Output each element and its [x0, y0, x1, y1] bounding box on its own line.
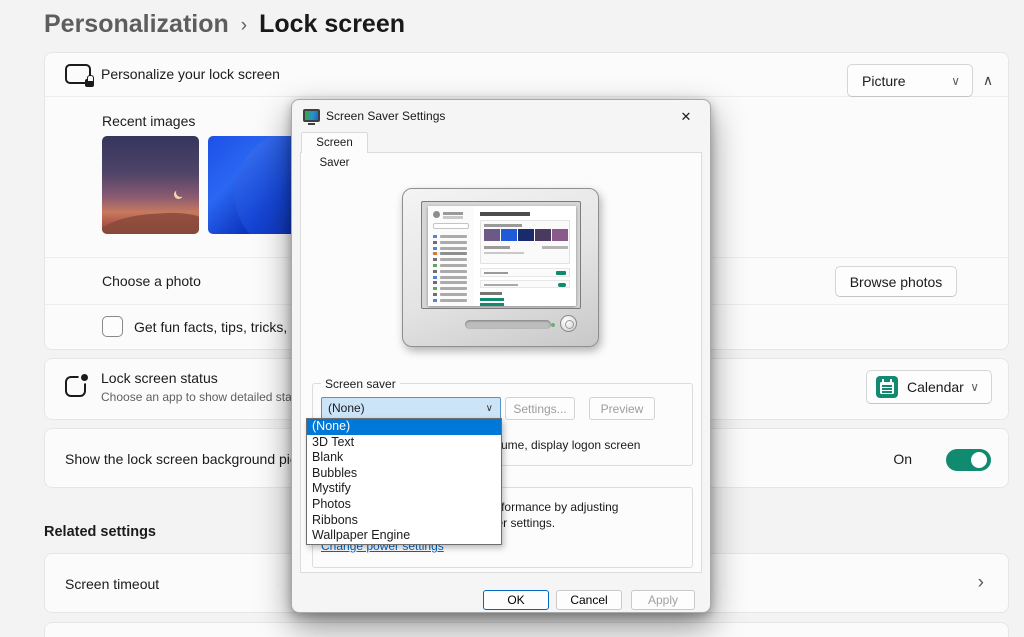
padlock-icon	[85, 79, 94, 87]
calendar-icon-body	[880, 382, 894, 394]
dropdown-item[interactable]: Bubbles	[307, 466, 501, 482]
screen-timeout-label: Screen timeout	[65, 576, 159, 592]
monitor-preview	[402, 188, 599, 347]
ok-button[interactable]: OK	[483, 590, 549, 610]
lock-screen-icon	[65, 64, 91, 84]
mini-sidebar	[428, 206, 474, 306]
lock-screen-type-value: Picture	[862, 73, 906, 89]
mini-nav-list	[433, 235, 471, 305]
screen-saver-combobox[interactable]: (None) ∨	[321, 397, 501, 420]
monitor-screen	[421, 201, 581, 309]
dropdown-item[interactable]: Wallpaper Engine	[307, 528, 501, 544]
partial-card	[44, 622, 1009, 637]
mini-breadcrumb	[480, 212, 530, 216]
mini-personalize-card	[480, 220, 570, 264]
display-settings-icon	[303, 109, 320, 122]
monitor-vent-slot	[465, 320, 551, 329]
dropdown-item[interactable]: Photos	[307, 497, 501, 513]
recent-images-label: Recent images	[102, 113, 195, 129]
mini-settings-window	[428, 206, 576, 306]
mini-avatar	[433, 211, 440, 218]
calendar-icon	[876, 376, 898, 398]
chevron-up-icon: ∧	[983, 72, 993, 88]
chevron-down-icon: ∨	[970, 380, 979, 394]
chevron-down-icon: ∨	[486, 398, 493, 419]
toggle-knob	[971, 452, 987, 468]
close-icon: ✕	[681, 109, 692, 124]
mini-thumbnails	[484, 229, 568, 241]
apply-button[interactable]: Apply	[631, 590, 695, 610]
page-title: Lock screen	[259, 10, 405, 39]
status-app-dropdown[interactable]: Calendar ∨	[866, 370, 992, 404]
breadcrumb: Personalization › Lock screen	[44, 10, 405, 39]
dialog-title: Screen Saver Settings	[326, 109, 445, 123]
lock-screen-type-dropdown[interactable]: Picture ∨	[847, 64, 973, 97]
show-background-toggle[interactable]	[946, 449, 991, 471]
lock-screen-status-icon	[65, 376, 86, 397]
toggle-state-label: On	[893, 451, 912, 467]
mini-search-box	[433, 223, 469, 229]
collapse-card-button[interactable]: ∧	[974, 66, 1002, 94]
dialog-titlebar[interactable]: Screen Saver Settings ✕	[292, 100, 710, 132]
dropdown-item[interactable]: (None)	[307, 419, 501, 435]
mini-row-line	[484, 246, 510, 249]
dialog-tab-page: Screen saver (None) ∨ Settings... Previe…	[300, 152, 702, 573]
mini-main-pane	[480, 206, 572, 306]
preview-button[interactable]: Preview	[589, 397, 655, 420]
lock-screen-status-title: Lock screen status	[101, 370, 218, 386]
personalize-header-row: Personalize your lock screen Picture ∨ ∧	[45, 53, 1008, 97]
breadcrumb-separator-icon: ›	[241, 15, 247, 37]
status-app-value: Calendar	[907, 379, 964, 395]
screen-saver-group-label: Screen saver	[321, 377, 400, 391]
monitor-power-button	[560, 315, 577, 332]
mini-toggle-row	[480, 280, 570, 288]
chevron-down-icon: ∨	[951, 74, 960, 88]
settings-button[interactable]: Settings...	[505, 397, 575, 420]
breadcrumb-personalization[interactable]: Personalization	[44, 10, 229, 39]
fun-facts-checkbox[interactable]	[102, 316, 123, 337]
related-settings-heading: Related settings	[44, 524, 156, 540]
mini-row-line	[484, 252, 524, 254]
dropdown-item[interactable]: Ribbons	[307, 513, 501, 529]
mini-user-name	[443, 212, 463, 215]
browse-photos-button[interactable]: Browse photos	[835, 266, 957, 297]
personalize-title: Personalize your lock screen	[101, 66, 280, 82]
dropdown-item[interactable]: 3D Text	[307, 435, 501, 451]
dropdown-item[interactable]: Blank	[307, 450, 501, 466]
tab-screen-saver[interactable]: Screen Saver	[301, 132, 368, 153]
screen-saver-dropdown-list: (None)3D TextBlankBubblesMystifyPhotosRi…	[306, 418, 502, 545]
crescent-moon-graphic	[176, 188, 185, 197]
cancel-button[interactable]: Cancel	[556, 590, 622, 610]
mini-status-row	[480, 268, 570, 277]
close-button[interactable]: ✕	[675, 107, 697, 127]
dune-graphic	[102, 210, 199, 234]
screen-saver-combobox-value: (None)	[328, 401, 365, 415]
mini-links	[480, 298, 504, 301]
screen-saver-settings-dialog: Screen Saver Settings ✕ Screen Saver	[291, 99, 711, 613]
mini-card-header	[484, 224, 522, 227]
recent-image-desert-thumbnail[interactable]	[102, 136, 199, 234]
lock-screen-settings-page: Personalization › Lock screen Personaliz…	[0, 0, 1024, 637]
choose-photo-label: Choose a photo	[102, 273, 201, 289]
monitor-led	[551, 323, 555, 327]
chevron-right-icon: ›	[978, 572, 984, 594]
dropdown-item[interactable]: Mystify	[307, 481, 501, 497]
mini-section-heading	[480, 292, 502, 295]
